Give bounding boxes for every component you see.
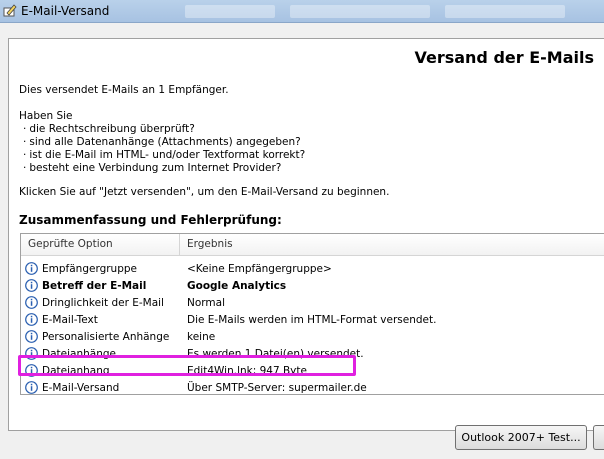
row-option: Empfängergruppe xyxy=(42,263,137,275)
row-option: Dringlichkeit der E-Mail xyxy=(42,297,164,309)
row-result: Die E-Mails werden im HTML-Format versen… xyxy=(187,314,437,326)
checklist-item: ist die E-Mail im HTML- und/oder Textfor… xyxy=(23,149,305,161)
highlight-annotation xyxy=(18,355,356,376)
title-bar: E-Mail-Versand xyxy=(0,0,604,23)
row-option: E-Mail-Text xyxy=(42,314,98,326)
checklist-item: die Rechtschreibung überprüft? xyxy=(23,123,194,135)
row-result: Normal xyxy=(187,297,225,309)
row-result: keine xyxy=(187,331,216,343)
table-row[interactable]: Empfängergruppe <Keine Empfängergruppe> xyxy=(21,261,604,278)
table-row[interactable]: Personalisierte Anhänge keine xyxy=(21,329,604,346)
table-row[interactable]: E-Mail-Text Die E-Mails werden im HTML-F… xyxy=(21,312,604,329)
table-row[interactable]: Dringlichkeit der E-Mail Normal xyxy=(21,295,604,312)
row-result: <Keine Empfängergruppe> xyxy=(187,263,332,275)
intro-text: Dies versendet E-Mails an 1 Empfänger. xyxy=(19,84,229,96)
page-heading: Versand der E-Mails xyxy=(414,48,594,67)
column-divider[interactable] xyxy=(179,234,180,255)
info-icon xyxy=(25,296,38,309)
background-taskbar-item xyxy=(290,5,430,18)
list-header: Geprüfte Option Ergebnis xyxy=(21,234,604,256)
info-icon xyxy=(25,262,38,275)
pencil-icon xyxy=(3,4,17,17)
column-header-result[interactable]: Ergebnis xyxy=(187,238,233,250)
info-icon xyxy=(25,381,38,394)
info-icon xyxy=(25,313,38,326)
instruction-text: Klicken Sie auf "Jetzt versenden", um de… xyxy=(19,186,390,198)
checklist-item: sind alle Datenanhänge (Attachments) ang… xyxy=(23,136,300,148)
info-icon xyxy=(25,279,38,292)
background-taskbar-item xyxy=(445,5,565,18)
section-title: Zusammenfassung und Fehlerprüfung: xyxy=(19,213,282,227)
info-icon xyxy=(25,330,38,343)
checklist-question: Haben Sie xyxy=(19,110,73,122)
next-button-partial[interactable] xyxy=(593,425,604,450)
checklist-item: besteht eine Verbindung zum Internet Pro… xyxy=(23,162,281,174)
row-option: E-Mail-Versand xyxy=(42,382,120,394)
outlook-test-button[interactable]: Outlook 2007+ Test... xyxy=(455,425,587,450)
row-option: Personalisierte Anhänge xyxy=(42,331,170,343)
row-option: Betreff der E-Mail xyxy=(42,280,147,292)
column-header-option[interactable]: Geprüfte Option xyxy=(28,238,113,250)
table-row[interactable]: E-Mail-Versand Über SMTP-Server: superma… xyxy=(21,380,604,394)
window-title: E-Mail-Versand xyxy=(21,4,110,18)
row-result: Über SMTP-Server: supermailer.de xyxy=(187,382,367,394)
wizard-frame: Versand der E-Mails Dies versendet E-Mai… xyxy=(0,23,604,459)
background-taskbar-item xyxy=(185,5,275,18)
row-result: Google Analytics xyxy=(187,280,287,292)
table-row[interactable]: Betreff der E-Mail Google Analytics xyxy=(21,278,604,295)
